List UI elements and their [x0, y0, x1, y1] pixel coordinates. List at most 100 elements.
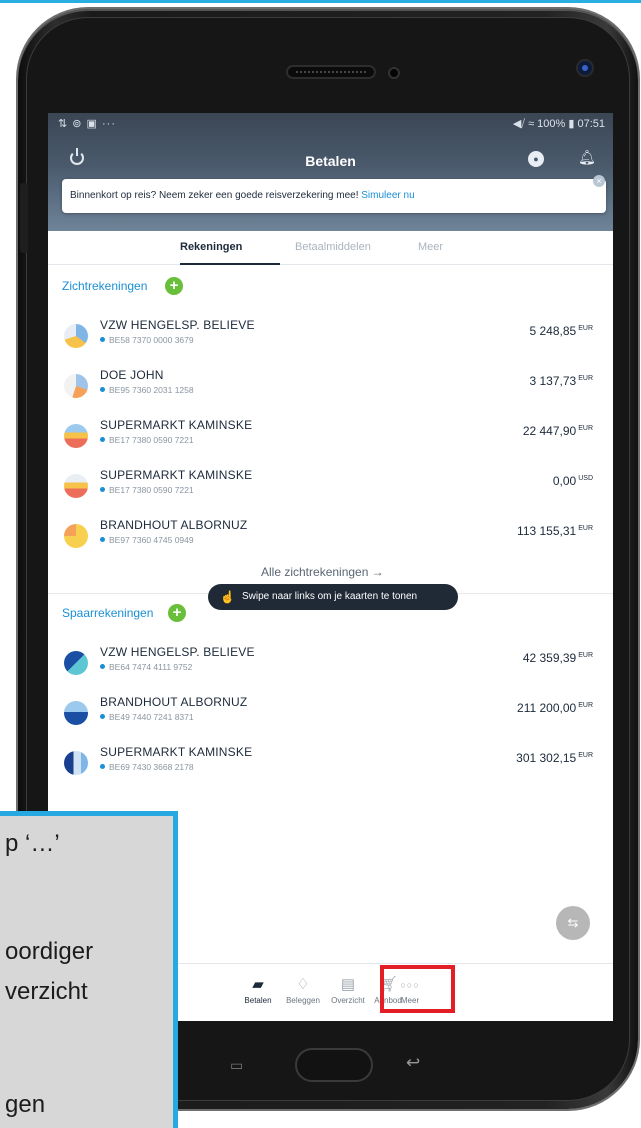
swipe-hint-tooltip: ☝ Swipe naar links om je kaarten te tonen: [208, 584, 458, 610]
currency-label: EUR: [578, 325, 593, 332]
account-balance: 0,00 USD: [553, 474, 593, 488]
tab-rekeningen[interactable]: Rekeningen: [180, 241, 242, 253]
callout-line: gen: [5, 1091, 46, 1118]
account-row[interactable]: DOE JOHN BE95 7360 2031 1258 3 137,73 EUR: [48, 366, 613, 412]
promo-banner[interactable]: Binnenkort op reis? Neem zeker een goede…: [62, 179, 606, 213]
tab-betaalmiddelen[interactable]: Betaalmiddelen: [295, 241, 371, 253]
account-avatar-icon: [64, 374, 88, 398]
account-row[interactable]: VZW HENGELSP. BELIEVE BE58 7370 0000 367…: [48, 316, 613, 362]
tab-bar: Rekeningen Betaalmiddelen Meer: [48, 231, 613, 265]
nav-beleggen[interactable]: ♢ Beleggen: [281, 976, 325, 1005]
iban-number: BE64 7474 4111 9752: [109, 662, 193, 672]
currency-label: EUR: [578, 702, 593, 709]
transfer-fab-button[interactable]: ⇆: [556, 906, 590, 940]
instruction-callout: p ‘…’ oordiger verzicht gen: [0, 811, 178, 1128]
currency-label: EUR: [578, 425, 593, 432]
iban-number: BE69 7430 3668 2178: [109, 762, 194, 772]
iban-number: BE95 7360 2031 1258: [109, 385, 194, 395]
nav-label: Overzicht: [331, 996, 365, 1005]
account-name: VZW HENGELSP. BELIEVE: [100, 318, 255, 332]
front-camera: [388, 67, 400, 79]
nav-overzicht[interactable]: ▤ Overzicht: [326, 976, 370, 1005]
wallet-icon: ▰: [252, 976, 264, 993]
currency-label: EUR: [578, 752, 593, 759]
account-iban: BE17 7380 0590 7221: [100, 485, 194, 495]
account-name: BRANDHOUT ALBORNUZ: [100, 518, 248, 532]
camera-lens: [576, 59, 594, 77]
account-row[interactable]: SUPERMARKT KAMINSKE BE17 7380 0590 7221 …: [48, 466, 613, 512]
account-row[interactable]: SUPERMARKT KAMINSKE BE17 7380 0590 7221 …: [48, 416, 613, 462]
account-balance: 3 137,73 EUR: [530, 374, 594, 388]
account-iban: BE17 7380 0590 7221: [100, 435, 194, 445]
balance-value: 0,00: [552, 474, 577, 488]
account-name: BRANDHOUT ALBORNUZ: [100, 695, 248, 709]
currency-label: EUR: [578, 652, 593, 659]
section-title-zichtrekeningen: Zichtrekeningen: [62, 279, 148, 293]
account-iban: BE49 7440 7241 8371: [100, 712, 194, 722]
nav-label: Betalen: [244, 996, 272, 1005]
piggy-bank-icon: ♢: [296, 976, 310, 993]
bell-icon[interactable]: 🔔︎: [578, 149, 596, 166]
tab-meer[interactable]: Meer: [418, 241, 443, 253]
banner-text: Binnenkort op reis? Neem zeker een goede…: [70, 190, 362, 201]
account-balance: 42 359,39 EUR: [523, 651, 593, 665]
account-balance: 301 302,15 EUR: [516, 751, 593, 765]
balance-value: 3 137,73: [529, 374, 577, 388]
account-avatar-icon: [64, 474, 88, 498]
account-name: DOE JOHN: [100, 368, 164, 382]
account-balance: 211 200,00 EUR: [517, 701, 593, 715]
app-header: ⇅ ⊚ ▣ ··· ◀⧸ ≈ 100% ▮ 07:51 Betalen ● 🔔︎…: [48, 113, 613, 231]
add-spaarrekening-button[interactable]: +: [168, 604, 186, 622]
account-iban: BE64 7474 4111 9752: [100, 662, 192, 672]
back-icon[interactable]: ↩: [406, 1053, 420, 1073]
balance-value: 113 155,31: [517, 524, 577, 538]
iban-number: BE49 7440 7241 8371: [109, 712, 194, 722]
currency-label: USD: [578, 475, 593, 482]
account-balance: 113 155,31 EUR: [517, 524, 593, 538]
account-row[interactable]: VZW HENGELSP. BELIEVE BE64 7474 4111 975…: [48, 643, 613, 689]
highlight-meer-box: [380, 965, 455, 1013]
phone-side-button: [20, 183, 28, 253]
close-icon[interactable]: ×: [593, 175, 605, 187]
account-avatar-icon: [64, 751, 88, 775]
balance-value: 301 302,15: [516, 751, 577, 765]
account-iban: BE97 7360 4745 0949: [100, 535, 194, 545]
account-avatar-icon: [64, 424, 88, 448]
balance-value: 22 447,90: [522, 424, 577, 438]
account-avatar-icon: [64, 524, 88, 548]
nav-betalen[interactable]: ▰ Betalen: [236, 976, 280, 1005]
nav-label: Beleggen: [286, 996, 320, 1005]
account-iban: BE69 7430 3668 2178: [100, 762, 194, 772]
tooltip-text: Swipe naar links om je kaarten te tonen: [242, 591, 418, 602]
currency-label: EUR: [578, 525, 593, 532]
section-title-spaarrekeningen: Spaarrekeningen: [62, 606, 154, 620]
account-row[interactable]: BRANDHOUT ALBORNUZ BE97 7360 4745 0949 1…: [48, 516, 613, 562]
account-row[interactable]: BRANDHOUT ALBORNUZ BE49 7440 7241 8371 2…: [48, 693, 613, 739]
account-row[interactable]: SUPERMARKT KAMINSKE BE69 7430 3668 2178 …: [48, 743, 613, 789]
account-iban: BE95 7360 2031 1258: [100, 385, 194, 395]
account-avatar-icon: [64, 324, 88, 348]
iban-number: BE17 7380 0590 7221: [109, 485, 194, 495]
account-balance: 22 447,90 EUR: [523, 424, 593, 438]
speaker-grille: [286, 65, 376, 79]
home-button[interactable]: [295, 1048, 373, 1082]
account-name: VZW HENGELSP. BELIEVE: [100, 645, 255, 659]
balance-value: 42 359,39: [522, 651, 577, 665]
status-icons-left: ⇅ ⊚ ▣ ···: [58, 118, 116, 130]
balance-value: 5 248,85: [529, 324, 577, 338]
account-name: SUPERMARKT KAMINSKE: [100, 418, 253, 432]
account-name: SUPERMARKT KAMINSKE: [100, 468, 253, 482]
recent-apps-icon[interactable]: ▭: [230, 1057, 243, 1074]
chat-icon[interactable]: ●: [528, 151, 544, 167]
callout-line: oordiger: [5, 938, 94, 965]
overview-icon: ▤: [340, 976, 356, 993]
iban-number: BE17 7380 0590 7221: [109, 435, 194, 445]
all-zichtrekeningen-link[interactable]: Alle zichtrekeningen →: [261, 565, 384, 579]
simulate-link[interactable]: Simuleer nu: [361, 190, 414, 201]
status-bar: ⇅ ⊚ ▣ ··· ◀⧸ ≈ 100% ▮ 07:51: [48, 113, 613, 135]
callout-line: p ‘…’: [5, 830, 60, 857]
iban-number: BE58 7370 0000 3679: [109, 335, 194, 345]
iban-number: BE97 7360 4745 0949: [109, 535, 194, 545]
add-zichtrekening-button[interactable]: +: [165, 277, 183, 295]
account-avatar-icon: [64, 701, 88, 725]
